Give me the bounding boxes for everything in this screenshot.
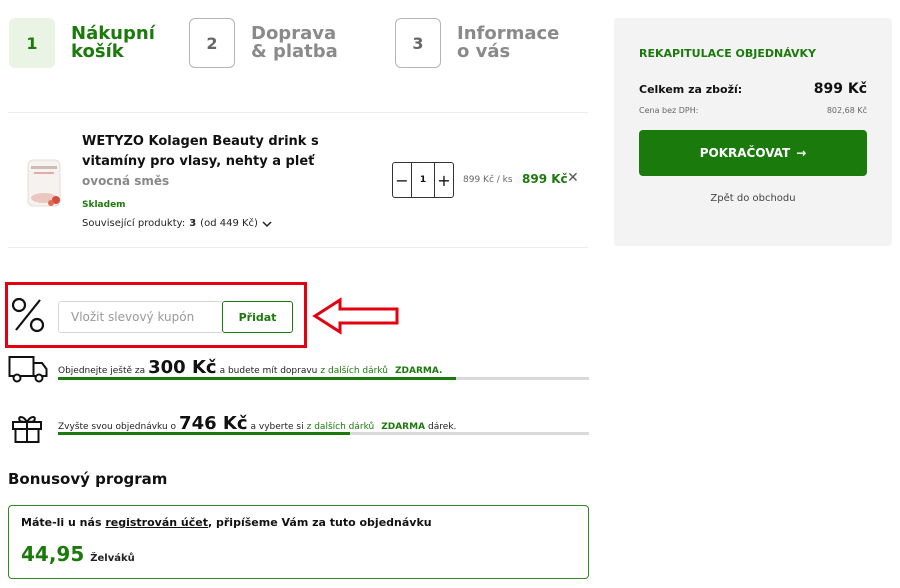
add-coupon-button[interactable]: Přidat (222, 301, 293, 333)
line-total: 899 Kč (522, 172, 568, 186)
more-gifts-link[interactable]: z dalších dárků (307, 422, 375, 432)
gift-icon (12, 416, 42, 443)
product-name[interactable]: WETYZO Kolagen Beauty drink s vitamíny p… (82, 132, 372, 172)
more-gifts-link[interactable]: z dalších dárků (320, 366, 388, 376)
bonus-points-value: 44,95 (21, 542, 85, 566)
truck-icon (8, 356, 48, 383)
quantity-stepper: − 1 + (392, 162, 454, 198)
shipping-progress-text: Objednejte ještě za 300 Kč a budete mít … (58, 357, 443, 378)
stock-status: Skladem (82, 200, 126, 210)
gift-progress-bar (58, 432, 589, 435)
bonus-text: Máte-li u nás registrován účet, připíšem… (21, 516, 432, 529)
remove-item-icon[interactable]: ✕ (567, 170, 579, 186)
bonus-program-title: Bonusový program (8, 470, 168, 488)
divider (8, 112, 588, 113)
step-label: Doprava & platba (251, 23, 338, 62)
related-products-toggle[interactable]: Související produkty: 3 (od 449 Kč) (82, 218, 272, 229)
step-label: Nákupní košík (71, 23, 155, 62)
chevron-down-icon (262, 220, 272, 227)
step-shipping-payment[interactable]: 2 Doprava & platba (189, 18, 338, 68)
step-information[interactable]: 3 Informace o vás (395, 18, 559, 68)
bonus-program-box: Máte-li u nás registrován účet, připíšem… (8, 505, 589, 579)
coupon-input[interactable] (58, 301, 222, 333)
arrow-left-icon (312, 297, 399, 335)
shipping-remaining-amount: 300 Kč (148, 357, 217, 378)
summary-title: REKAPITULACE OBJEDNÁVKY (639, 47, 816, 60)
summary-net-row: Cena bez DPH: 802,68 Kč (639, 106, 867, 115)
gift-remaining-amount: 746 Kč (179, 413, 248, 434)
net-value: 802,68 Kč (826, 106, 867, 115)
total-label: Celkem za zboží: (639, 83, 743, 96)
step-label: Informace o vás (457, 23, 560, 62)
back-to-shop-link[interactable]: Zpět do obchodu (639, 193, 867, 204)
step-number: 1 (9, 18, 55, 68)
percent-icon (11, 297, 45, 333)
quantity-value[interactable]: 1 (411, 163, 435, 197)
unit-price: 899 Kč / ks (463, 175, 513, 185)
step-cart[interactable]: 1 Nákupní košík (9, 18, 155, 68)
bonus-points: 44,95 Želváků (21, 542, 135, 566)
divider (8, 247, 588, 248)
continue-button[interactable]: POKRAČOVAT → (639, 130, 867, 176)
arrow-right-icon: → (796, 146, 807, 160)
net-label: Cena bez DPH: (639, 106, 699, 115)
order-summary: REKAPITULACE OBJEDNÁVKY Celkem za zboží:… (614, 18, 892, 246)
related-count: 3 (189, 218, 197, 229)
step-number: 3 (395, 18, 441, 68)
product-image[interactable] (22, 158, 66, 210)
quantity-decrease-button[interactable]: − (393, 163, 411, 197)
shipping-progress-bar (58, 377, 589, 380)
bonus-points-unit: Želváků (90, 553, 135, 564)
registered-account-link[interactable]: registrován účet (105, 516, 208, 529)
related-from: (od 449 Kč) (200, 218, 258, 229)
quantity-increase-button[interactable]: + (435, 163, 453, 197)
related-label: Související produkty: (82, 218, 186, 229)
total-value: 899 Kč (813, 81, 867, 97)
gift-progress-fill (58, 432, 351, 435)
step-number: 2 (189, 18, 235, 68)
shipping-progress-fill (58, 377, 457, 380)
gift-progress-text: Zvyšte svou objednávku o 746 Kč a vybert… (58, 413, 457, 434)
product-variant: ovocná směs (82, 174, 170, 188)
summary-total-row: Celkem za zboží: 899 Kč (639, 81, 867, 97)
